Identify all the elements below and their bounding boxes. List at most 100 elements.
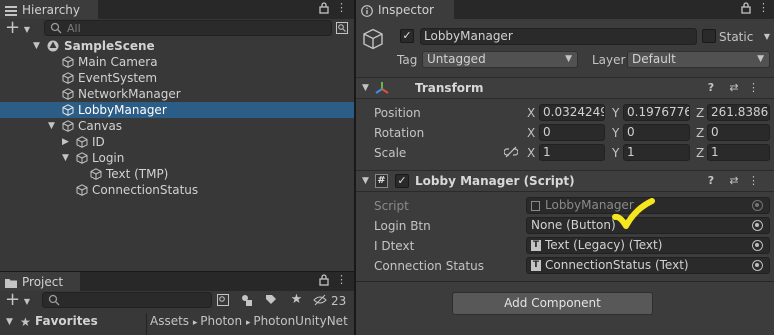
script-component-header[interactable]: ▼ # ✓ Lobby Manager (Script) ? ⇄ ⋮ <box>356 170 774 192</box>
tree-item-canvas[interactable]: ▼ Canvas <box>0 118 354 134</box>
tree-item-label: NetworkManager <box>78 87 181 101</box>
add-object-button[interactable]: + <box>5 19 20 37</box>
active-checkbox[interactable]: ✓ <box>400 29 414 43</box>
gameobject-icon <box>76 136 88 148</box>
hidden-packages-count: 23 <box>331 294 347 308</box>
gameobject-icon <box>62 56 74 68</box>
expand-arrow-icon[interactable]: ▼ <box>33 41 43 51</box>
tree-item-lobbymanager[interactable]: LobbyManager <box>0 102 354 118</box>
folder-icon <box>5 277 17 288</box>
constrain-proportions-link-icon[interactable] <box>503 146 519 162</box>
chevron-down-icon[interactable]: ▼ <box>22 295 32 309</box>
idtext-field[interactable]: T Text (Legacy) (Text) <box>526 237 770 254</box>
help-icon[interactable]: ? <box>705 174 717 188</box>
chevron-down-icon: ▼ <box>757 54 764 64</box>
collapse-arrow-icon[interactable]: ▶ <box>62 137 72 147</box>
kebab-menu-icon[interactable]: ⋮ <box>758 1 769 15</box>
add-component-label: Add Component <box>504 296 601 310</box>
script-enabled-checkbox[interactable]: ✓ <box>395 174 409 188</box>
scale-y-field[interactable]: 1 <box>623 144 690 161</box>
star-icon: ★ <box>20 315 31 329</box>
chevron-down-icon[interactable]: ▼ <box>22 23 32 37</box>
scene-search-icon[interactable] <box>216 294 229 310</box>
rotation-x-field[interactable]: 0 <box>539 124 605 141</box>
login-btn-label: Login Btn <box>374 219 431 233</box>
tab-inspector[interactable]: Inspector <box>356 0 454 19</box>
tree-item-eventsystem[interactable]: EventSystem <box>0 70 354 86</box>
tree-item-label: EventSystem <box>78 71 158 85</box>
favorites-header[interactable]: ▼ ★ Favorites <box>0 313 146 335</box>
hierarchy-search-input[interactable]: All <box>44 20 332 36</box>
rotation-z-field[interactable]: 0 <box>707 124 770 141</box>
tree-item-label: ConnectionStatus <box>92 183 199 197</box>
tree-item-text-tmp[interactable]: Text (TMP) <box>0 166 354 182</box>
add-component-button[interactable]: Add Component <box>452 292 653 315</box>
transform-header[interactable]: ▼ Transform ? ⇄ ⋮ <box>356 77 774 99</box>
layer-dropdown[interactable]: Default ▼ <box>627 51 770 68</box>
tree-item-connectionstatus[interactable]: ConnectionStatus <box>0 182 354 198</box>
object-picker-icon[interactable] <box>752 260 763 271</box>
position-z-field[interactable]: 261.8386 <box>707 104 770 121</box>
axis-x-label: X <box>527 126 536 140</box>
component-menu-icon[interactable]: ⋮ <box>748 174 759 188</box>
add-asset-button[interactable]: + <box>5 291 20 309</box>
filter-by-type-icon[interactable] <box>240 294 253 310</box>
rotation-y-field[interactable]: 0 <box>623 124 690 141</box>
expand-arrow-icon[interactable]: ▼ <box>6 317 16 327</box>
tree-item-networkmanager[interactable]: NetworkManager <box>0 86 354 102</box>
filter-by-label-icon[interactable] <box>264 294 277 310</box>
lock-icon[interactable] <box>740 2 752 18</box>
tree-item-id[interactable]: ▶ ID <box>0 134 354 150</box>
axis-z-label: Z <box>696 146 705 160</box>
scene-filter-icon[interactable] <box>335 22 348 38</box>
hidden-packages-icon[interactable] <box>313 294 327 310</box>
presets-icon[interactable]: ⇄ <box>728 174 740 188</box>
breadcrumb-item[interactable]: Photon <box>200 314 242 328</box>
position-y-field[interactable]: 0.1976776 <box>623 104 690 121</box>
connection-status-field[interactable]: T ConnectionStatus (Text) <box>526 257 770 274</box>
expand-arrow-icon[interactable]: ▼ <box>48 121 58 131</box>
component-menu-icon[interactable]: ⋮ <box>748 81 759 95</box>
axis-x-label: X <box>527 146 536 160</box>
tag-dropdown[interactable]: Untagged ▼ <box>422 51 578 68</box>
static-checkbox[interactable] <box>702 29 716 43</box>
script-component-title: Lobby Manager (Script) <box>415 174 575 188</box>
static-dropdown-caret-icon[interactable]: ▼ <box>762 30 772 44</box>
gameobject-icon <box>62 104 74 116</box>
kebab-menu-icon[interactable]: ⋮ <box>336 273 347 287</box>
text-component-icon: T <box>531 240 541 251</box>
expand-arrow-icon[interactable]: ▼ <box>62 153 72 163</box>
object-name-field[interactable]: LobbyManager <box>420 28 697 45</box>
tab-hierarchy-label: Hierarchy <box>22 3 81 17</box>
scale-z-field[interactable]: 1 <box>707 144 770 161</box>
tree-item-main-camera[interactable]: Main Camera <box>0 54 354 70</box>
tree-item-login[interactable]: ▼ Login <box>0 150 354 166</box>
breadcrumb-item[interactable]: PhotonUnityNet <box>253 314 347 328</box>
axis-y-label: Y <box>612 106 620 120</box>
tab-project-label: Project <box>22 275 64 289</box>
gameobject-icon <box>62 88 74 100</box>
text-component-icon: T <box>531 260 541 271</box>
connection-status-value: ConnectionStatus (Text) <box>545 258 689 272</box>
axis-y-label: Y <box>612 146 620 160</box>
scale-x-field[interactable]: 1 <box>539 144 605 161</box>
lock-icon[interactable] <box>318 2 330 18</box>
position-x-field[interactable]: 0.0324249 <box>539 104 605 121</box>
breadcrumb-item[interactable]: Assets <box>150 314 189 328</box>
expand-arrow-icon[interactable]: ▼ <box>362 83 372 93</box>
presets-icon[interactable]: ⇄ <box>728 81 740 95</box>
tree-item-samplescene[interactable]: ▼ SampleScene <box>0 38 354 54</box>
gameobject-icon <box>62 120 74 132</box>
expand-arrow-icon[interactable]: ▼ <box>362 176 372 186</box>
gameobject-icon <box>62 72 74 84</box>
object-picker-icon[interactable] <box>752 240 763 251</box>
help-icon[interactable]: ? <box>705 81 717 95</box>
layer-label: Layer <box>592 53 626 67</box>
favorite-star-icon[interactable]: ★ <box>290 293 303 307</box>
kebab-menu-icon[interactable]: ⋮ <box>336 1 347 15</box>
tab-inspector-label: Inspector <box>378 3 434 17</box>
axis-z-label: Z <box>696 126 705 140</box>
object-picker-icon[interactable] <box>752 220 763 231</box>
project-search-input[interactable] <box>42 292 212 308</box>
lock-icon[interactable] <box>318 274 330 290</box>
